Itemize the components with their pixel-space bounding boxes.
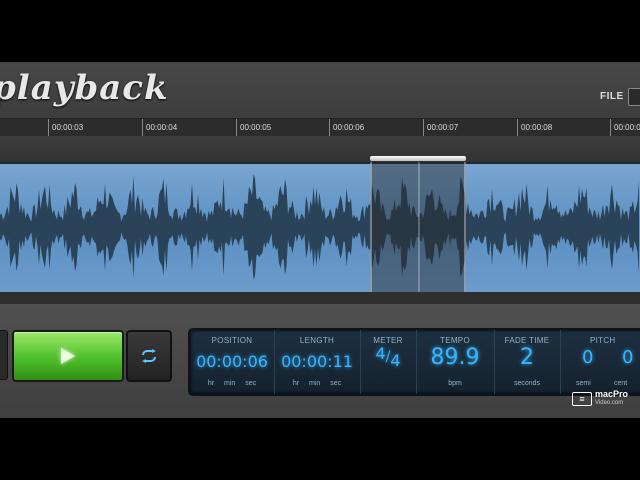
tempo-readout[interactable]: TEMPO 89.9 bpm bbox=[416, 330, 495, 394]
play-button[interactable] bbox=[12, 330, 124, 382]
length-label: LENGTH bbox=[299, 336, 335, 345]
watermark-text: macPro Video.com bbox=[595, 390, 628, 408]
fade-time-value: 2 bbox=[520, 345, 534, 370]
file-menu-button[interactable] bbox=[628, 88, 640, 106]
play-icon bbox=[61, 348, 75, 364]
waveform-display[interactable] bbox=[0, 162, 640, 296]
ruler-tick: 00:00:03 bbox=[48, 119, 83, 137]
ruler-tick-label: 00:00:06 bbox=[333, 123, 365, 132]
app-header: playback FILE bbox=[0, 62, 640, 118]
tempo-label: TEMPO bbox=[440, 336, 470, 345]
timeline-ruler[interactable]: 00:00:03 00:00:04 00:00:05 00:00:06 00:0… bbox=[0, 118, 640, 138]
length-units: hr min sec bbox=[292, 380, 342, 387]
transport-panel: POSITION 00:00:06 hr min sec LENGTH 00:0… bbox=[0, 304, 640, 418]
meter-numerator: 4 bbox=[375, 344, 386, 363]
length-value: 00:00:11 bbox=[281, 352, 353, 371]
pitch-cent-value: 0 bbox=[622, 347, 634, 368]
ruler-tick-label: 00:00:08 bbox=[521, 123, 553, 132]
fade-time-unit: seconds bbox=[513, 380, 541, 387]
waveform-footer bbox=[0, 292, 640, 304]
loop-button[interactable] bbox=[126, 330, 172, 382]
meter-value: 4/4 bbox=[375, 344, 401, 370]
selection-handle-top[interactable] bbox=[370, 156, 466, 161]
waveform bbox=[0, 174, 639, 280]
previous-button[interactable] bbox=[0, 330, 8, 380]
ruler-tick: 00:00:0 bbox=[610, 119, 640, 137]
selection-edge-left[interactable] bbox=[370, 162, 372, 292]
ruler-tick-label: 00:00:03 bbox=[52, 123, 84, 132]
playback-app: playback FILE 00:00:03 00:00:04 00:00:05… bbox=[0, 62, 640, 418]
ruler-tick: 00:00:07 bbox=[423, 119, 458, 137]
playhead[interactable] bbox=[418, 162, 420, 292]
file-menu[interactable]: FILE bbox=[600, 91, 624, 102]
fade-time-label: FADE TIME bbox=[504, 336, 550, 345]
ruler-tick: 00:00:04 bbox=[142, 119, 177, 137]
ruler-tick-label: 00:00:05 bbox=[240, 123, 272, 132]
pitch-readout[interactable]: PITCH 0 0 semi cent bbox=[560, 330, 640, 394]
meter-denominator: 4 bbox=[390, 351, 401, 370]
ruler-tick: 00:00:06 bbox=[329, 119, 364, 137]
position-value: 00:00:06 bbox=[196, 352, 268, 371]
ruler-tick-label: 00:00:04 bbox=[146, 123, 178, 132]
position-label: POSITION bbox=[211, 336, 253, 345]
watermark-logo-icon: ≡ bbox=[572, 392, 592, 406]
ruler-tick: 00:00:05 bbox=[236, 119, 271, 137]
info-display: POSITION 00:00:06 hr min sec LENGTH 00:0… bbox=[188, 328, 640, 396]
meter-readout[interactable]: METER 4/4 bbox=[360, 330, 417, 394]
waveform-path bbox=[0, 174, 639, 280]
playback-selection[interactable] bbox=[370, 156, 466, 298]
ruler-tick: 00:00:08 bbox=[517, 119, 552, 137]
selection-edge-right[interactable] bbox=[464, 162, 466, 292]
position-readout[interactable]: POSITION 00:00:06 hr min sec bbox=[190, 330, 275, 394]
fade-time-readout[interactable]: FADE TIME 2 seconds bbox=[494, 330, 561, 394]
tempo-value: 89.9 bbox=[430, 345, 480, 370]
app-logo: playback bbox=[0, 68, 169, 108]
pitch-cent-label: cent bbox=[614, 380, 628, 387]
position-units: hr min sec bbox=[207, 380, 257, 387]
pitch-label: PITCH bbox=[590, 336, 616, 345]
pitch-semi-value: 0 bbox=[582, 347, 594, 368]
tempo-unit: bpm bbox=[448, 380, 462, 387]
watermark: ≡ macPro Video.com bbox=[572, 390, 628, 408]
meter-label: METER bbox=[373, 336, 403, 345]
ruler-tick-label: 00:00:0 bbox=[614, 123, 640, 132]
length-readout: LENGTH 00:00:11 hr min sec bbox=[274, 330, 361, 394]
track-header-bar bbox=[0, 136, 640, 162]
watermark-brand: macPro bbox=[595, 389, 629, 399]
pitch-semi-label: semi bbox=[576, 380, 591, 387]
loop-icon bbox=[142, 349, 156, 363]
watermark-sub: Video.com bbox=[595, 400, 624, 406]
ruler-tick-label: 00:00:07 bbox=[427, 123, 459, 132]
